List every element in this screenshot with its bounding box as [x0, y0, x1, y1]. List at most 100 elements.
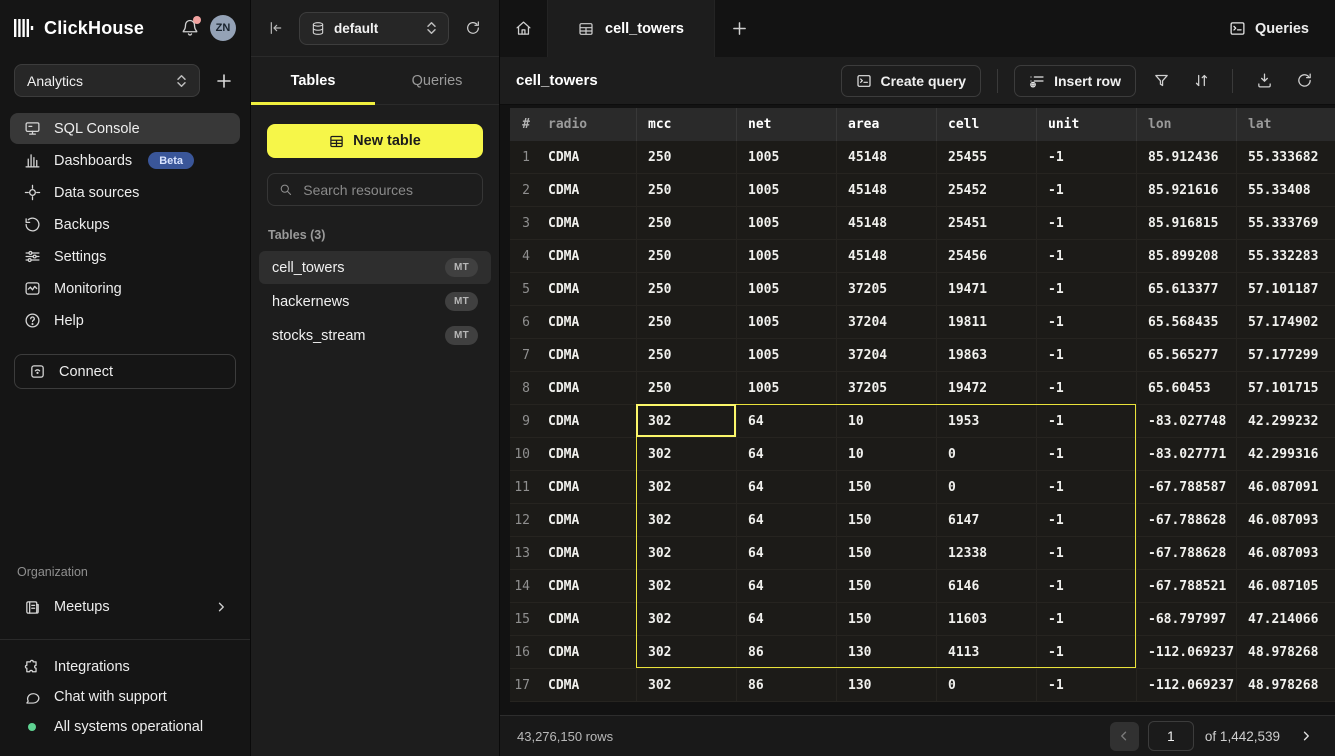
table-cell[interactable]: 64 [737, 504, 837, 536]
table-cell[interactable]: 1005 [737, 174, 837, 206]
new-tab-button[interactable] [715, 0, 763, 57]
column-header-cell[interactable]: cell [937, 108, 1037, 141]
table-cell[interactable]: 85.916815 [1137, 207, 1237, 239]
table-cell[interactable]: 302 [637, 537, 737, 569]
table-cell[interactable]: CDMA [537, 306, 637, 338]
column-header-mcc[interactable]: mcc [637, 108, 737, 141]
table-cell[interactable]: CDMA [537, 570, 637, 602]
table-cell[interactable]: 19863 [937, 339, 1037, 371]
table-cell[interactable]: -1 [1037, 339, 1137, 371]
table-cell[interactable]: 1005 [737, 207, 837, 239]
table-cell[interactable]: 46.087105 [1237, 570, 1335, 602]
table-cell[interactable]: -67.788521 [1137, 570, 1237, 602]
table-cell[interactable]: -1 [1037, 372, 1137, 404]
column-header-area[interactable]: area [837, 108, 937, 141]
table-cell[interactable]: 64 [737, 471, 837, 503]
table-cell[interactable]: 10 [837, 405, 937, 437]
previous-page-button[interactable] [1110, 722, 1139, 751]
notifications-button[interactable] [179, 17, 201, 39]
table-cell[interactable]: -1 [1037, 273, 1137, 305]
table-cell[interactable]: -1 [1037, 636, 1137, 668]
table-cell[interactable]: 37205 [837, 273, 937, 305]
table-cell[interactable]: 42.299316 [1237, 438, 1335, 470]
table-cell[interactable]: CDMA [537, 372, 637, 404]
system-status[interactable]: All systems operational [10, 712, 240, 742]
table-cell[interactable]: 1005 [737, 372, 837, 404]
table-cell[interactable]: 55.33408 [1237, 174, 1335, 206]
table-cell[interactable]: 6147 [937, 504, 1037, 536]
document-tab-cell-towers[interactable]: cell_towers [547, 0, 715, 57]
table-cell[interactable]: 65.613377 [1137, 273, 1237, 305]
sidebar-item-sql-console[interactable]: SQL Console [10, 113, 240, 144]
table-cell[interactable]: 10 [837, 438, 937, 470]
table-cell[interactable]: 85.899208 [1137, 240, 1237, 272]
table-cell[interactable]: 46.087093 [1237, 504, 1335, 536]
table-cell[interactable]: CDMA [537, 636, 637, 668]
user-avatar[interactable]: ZN [210, 15, 236, 41]
table-cell[interactable]: 25451 [937, 207, 1037, 239]
table-cell[interactable]: -1 [1037, 570, 1137, 602]
table-cell[interactable]: -1 [1037, 174, 1137, 206]
filter-button[interactable] [1146, 66, 1176, 96]
table-cell[interactable]: 86 [737, 669, 837, 701]
download-button[interactable] [1249, 66, 1279, 96]
table-cell[interactable]: 25456 [937, 240, 1037, 272]
table-cell[interactable]: 150 [837, 537, 937, 569]
table-cell[interactable]: CDMA [537, 438, 637, 470]
table-cell[interactable]: 19811 [937, 306, 1037, 338]
table-list-item-hackernews[interactable]: hackernews MT [259, 285, 491, 318]
table-cell[interactable]: 64 [737, 603, 837, 635]
column-header-net[interactable]: net [737, 108, 837, 141]
add-workspace-button[interactable] [212, 69, 236, 93]
tab-queries[interactable]: Queries [375, 57, 499, 104]
table-cell[interactable]: 250 [637, 141, 737, 173]
table-cell[interactable]: -67.788628 [1137, 537, 1237, 569]
collapse-panel-button[interactable] [265, 20, 287, 36]
table-cell[interactable]: 302 [637, 669, 737, 701]
table-cell[interactable]: CDMA [537, 273, 637, 305]
table-cell[interactable]: CDMA [537, 240, 637, 272]
table-cell[interactable]: -1 [1037, 504, 1137, 536]
table-cell[interactable]: 1005 [737, 273, 837, 305]
table-cell[interactable]: CDMA [537, 669, 637, 701]
table-cell[interactable]: 6146 [937, 570, 1037, 602]
table-cell[interactable]: 1005 [737, 339, 837, 371]
table-cell[interactable]: 1005 [737, 240, 837, 272]
table-cell[interactable]: -67.788628 [1137, 504, 1237, 536]
table-cell[interactable]: -1 [1037, 669, 1137, 701]
table-cell[interactable]: 150 [837, 603, 937, 635]
table-cell[interactable]: 57.177299 [1237, 339, 1335, 371]
table-cell[interactable]: 12338 [937, 537, 1037, 569]
table-cell[interactable]: 48.978268 [1237, 636, 1335, 668]
table-cell[interactable]: 250 [637, 240, 737, 272]
refresh-tables-button[interactable] [461, 16, 485, 40]
new-table-button[interactable]: New table [267, 124, 483, 158]
column-header[interactable]: # [510, 108, 537, 141]
table-cell[interactable]: 250 [637, 339, 737, 371]
table-cell[interactable]: 64 [737, 438, 837, 470]
table-cell[interactable]: -83.027771 [1137, 438, 1237, 470]
table-cell[interactable]: -1 [1037, 207, 1137, 239]
table-cell[interactable]: CDMA [537, 471, 637, 503]
search-resources-box[interactable] [267, 173, 483, 206]
table-cell[interactable]: CDMA [537, 141, 637, 173]
connect-button[interactable]: Connect [14, 354, 236, 389]
refresh-data-button[interactable] [1289, 66, 1319, 96]
table-cell[interactable]: CDMA [537, 207, 637, 239]
sidebar-item-integrations[interactable]: Integrations [10, 652, 240, 682]
column-header-radio[interactable]: radio [537, 108, 637, 141]
column-header-lat[interactable]: lat [1237, 108, 1335, 141]
table-cell[interactable]: 45148 [837, 240, 937, 272]
table-cell[interactable]: 57.101715 [1237, 372, 1335, 404]
table-cell[interactable]: 86 [737, 636, 837, 668]
table-cell[interactable]: -1 [1037, 537, 1137, 569]
table-cell[interactable]: -83.027748 [1137, 405, 1237, 437]
table-cell[interactable]: 250 [637, 306, 737, 338]
table-cell[interactable]: 0 [937, 471, 1037, 503]
table-cell[interactable]: 19471 [937, 273, 1037, 305]
table-cell[interactable]: 47.214066 [1237, 603, 1335, 635]
table-cell[interactable]: -112.069237 [1137, 636, 1237, 668]
table-cell[interactable]: 302 [637, 570, 737, 602]
table-cell[interactable]: 130 [837, 669, 937, 701]
column-header-unit[interactable]: unit [1037, 108, 1137, 141]
